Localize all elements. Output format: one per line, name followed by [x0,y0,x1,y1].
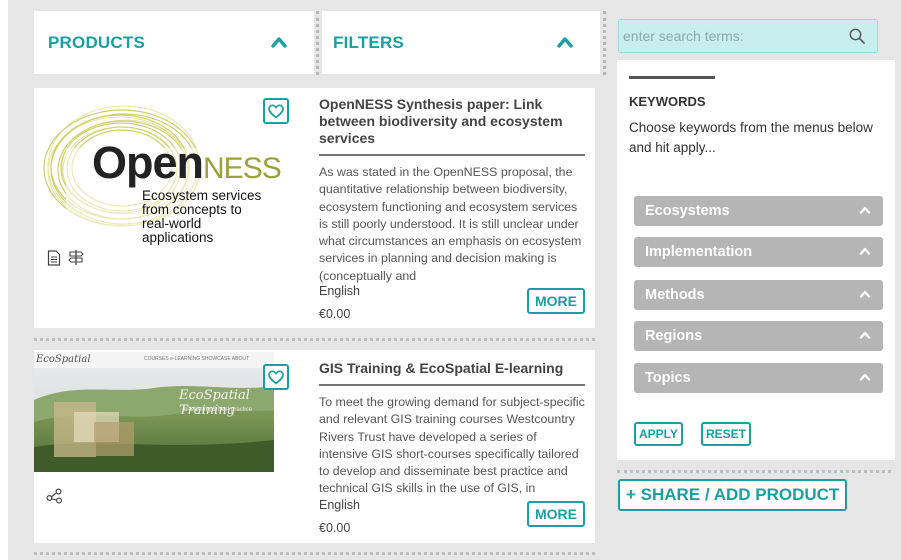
chevron-up-icon [859,247,871,255]
share-add-product-button[interactable]: + SHARE / ADD PRODUCT [618,479,848,511]
divider [316,11,319,75]
signpost-icon[interactable] [68,249,84,266]
logo-tagline-line: Ecosystem services [142,188,262,203]
heart-icon [268,369,284,385]
product-thumbnail[interactable]: EcoSpatial COURSES e-LEARNING SHOWCASE A… [34,352,274,472]
search-icon[interactable] [849,28,865,44]
filters-header[interactable]: FILTERS [322,11,600,74]
favorite-button[interactable] [263,364,289,390]
keywords-instructions: Choose keywords from the menus below and… [629,120,873,155]
product-title[interactable]: OpenNESS Synthesis paper: Link between b… [319,96,585,156]
accordion-methods[interactable]: Methods [634,280,883,310]
products-label: PRODUCTS [48,32,145,52]
product-language: English [319,284,360,298]
product-info: OpenNESS Synthesis paper: Link between b… [319,96,585,286]
product-price: €0.00 [319,521,351,535]
chevron-up-icon [859,206,871,214]
chevron-up-icon [859,290,871,298]
filters-label: FILTERS [333,32,404,52]
product-card[interactable]: EcoSpatial COURSES e-LEARNING SHOWCASE A… [34,350,595,543]
product-description: As was stated in the OpenNESS proposal, … [319,165,582,283]
document-icon[interactable] [47,250,61,266]
divider [629,76,715,79]
keywords-heading: KEYWORDS [629,94,706,109]
divider [34,338,595,341]
logo-tagline-line: real-world applications [142,216,214,245]
more-button[interactable]: MORE [527,288,585,314]
logo-brand-b: NESS [203,152,282,185]
accordion-label: Methods [645,287,705,303]
thumb-banner-sub: e-learning & best practice [184,407,253,413]
product-description: To meet the growing demand for subject-s… [319,395,585,496]
accordion-implementation[interactable]: Implementation [634,237,883,267]
accordion-topics[interactable]: Topics [634,363,883,393]
chevron-up-icon[interactable] [556,33,574,51]
divider [617,470,891,473]
search-box[interactable] [618,19,878,53]
thumb-site-name: EcoSpatial [36,354,91,365]
product-price: €0.00 [319,307,351,321]
left-edge-strip [0,0,8,560]
product-language: English [319,498,360,512]
logo-brand-a: Open [92,137,204,188]
heart-icon [268,103,284,119]
accordion-regions[interactable]: Regions [634,321,883,351]
accordion-ecosystems[interactable]: Ecosystems [634,196,883,226]
divider [603,11,606,75]
accordion-label: Implementation [645,244,753,260]
accordion-label: Ecosystems [645,203,730,219]
keywords-panel: KEYWORDS Choose keywords from the menus … [617,60,895,460]
product-card[interactable]: OpenNESS Ecosystem services from concept… [34,88,595,328]
accordion-label: Topics [645,370,691,386]
logo-tagline: Ecosystem services from concepts to real… [142,189,274,245]
chevron-up-icon [859,331,871,339]
favorite-button[interactable] [263,98,289,124]
search-input[interactable] [619,20,839,52]
products-header[interactable]: PRODUCTS [34,11,314,74]
chevron-up-icon [859,373,871,381]
apply-button[interactable]: APPLY [634,422,683,446]
product-info: GIS Training & EcoSpatial E-learning To … [319,360,585,498]
product-thumbnail[interactable]: OpenNESS Ecosystem services from concept… [34,96,282,246]
logo-wordmark: OpenNESS [92,140,282,191]
share-icon[interactable] [46,488,63,504]
accordion-label: Regions [645,328,703,344]
more-button[interactable]: MORE [527,501,585,527]
divider [34,552,595,555]
logo-tagline-line: from concepts to [142,202,242,217]
product-title[interactable]: GIS Training & EcoSpatial E-learning [319,360,585,386]
chevron-up-icon[interactable] [270,33,288,51]
thumb-nav: COURSES e-LEARNING SHOWCASE ABOUT [144,356,250,362]
reset-button[interactable]: RESET [701,422,752,446]
thumb-banner-title: EcoSpatial Training [179,388,250,418]
